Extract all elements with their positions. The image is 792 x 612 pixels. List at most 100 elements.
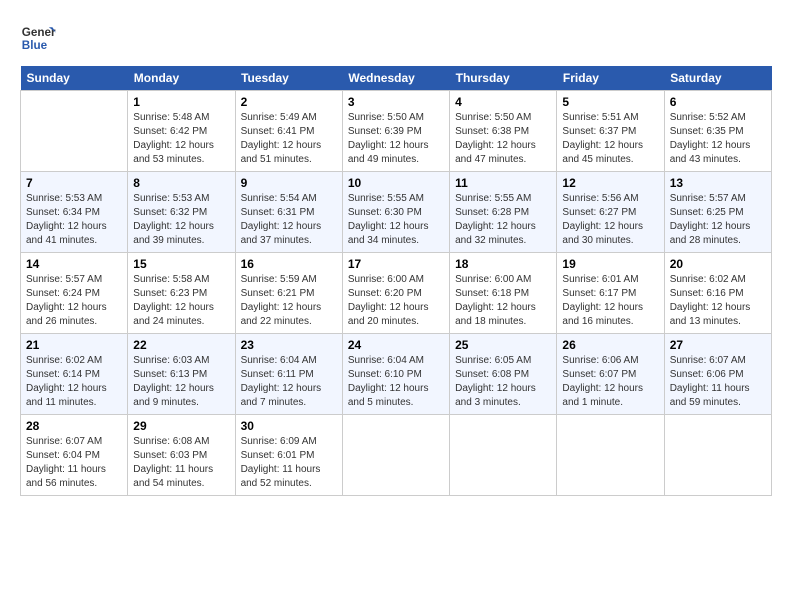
svg-text:Blue: Blue — [22, 39, 48, 52]
calendar-cell: 10 Sunrise: 5:55 AMSunset: 6:30 PMDayligh… — [342, 172, 449, 253]
calendar-cell: 17 Sunrise: 6:00 AMSunset: 6:20 PMDayligh… — [342, 253, 449, 334]
logo: General Blue — [20, 20, 56, 56]
day-number: 9 — [241, 176, 337, 190]
day-info: Sunrise: 5:51 AMSunset: 6:37 PMDaylight:… — [562, 111, 658, 167]
calendar-cell: 28 Sunrise: 6:07 AMSunset: 6:04 PMDayligh… — [21, 415, 128, 496]
day-number: 25 — [455, 338, 551, 352]
day-info: Sunrise: 6:07 AMSunset: 6:06 PMDaylight:… — [670, 354, 766, 410]
day-info: Sunrise: 5:53 AMSunset: 6:32 PMDaylight:… — [133, 192, 229, 248]
day-number: 27 — [670, 338, 766, 352]
day-info: Sunrise: 5:57 AMSunset: 6:24 PMDaylight:… — [26, 273, 122, 329]
day-number: 22 — [133, 338, 229, 352]
calendar-cell: 6 Sunrise: 5:52 AMSunset: 6:35 PMDaylight… — [664, 91, 771, 172]
week-row-4: 21 Sunrise: 6:02 AMSunset: 6:14 PMDayligh… — [21, 334, 772, 415]
calendar-cell: 15 Sunrise: 5:58 AMSunset: 6:23 PMDayligh… — [128, 253, 235, 334]
week-row-1: 1Sunrise: 5:48 AMSunset: 6:42 PMDaylight… — [21, 91, 772, 172]
day-number: 6 — [670, 95, 766, 109]
calendar-cell: 22 Sunrise: 6:03 AMSunset: 6:13 PMDayligh… — [128, 334, 235, 415]
day-info: Sunrise: 5:56 AMSunset: 6:27 PMDaylight:… — [562, 192, 658, 248]
day-number: 5 — [562, 95, 658, 109]
day-number: 28 — [26, 419, 122, 433]
day-info: Sunrise: 6:06 AMSunset: 6:07 PMDaylight:… — [562, 354, 658, 410]
day-number: 4 — [455, 95, 551, 109]
calendar-cell: 26 Sunrise: 6:06 AMSunset: 6:07 PMDayligh… — [557, 334, 664, 415]
day-info: Sunrise: 5:49 AMSunset: 6:41 PMDaylight:… — [241, 111, 337, 167]
week-row-3: 14 Sunrise: 5:57 AMSunset: 6:24 PMDayligh… — [21, 253, 772, 334]
day-number: 12 — [562, 176, 658, 190]
day-info: Sunrise: 5:48 AMSunset: 6:42 PMDaylight:… — [133, 111, 229, 167]
day-info: Sunrise: 5:55 AMSunset: 6:28 PMDaylight:… — [455, 192, 551, 248]
calendar-cell: 25 Sunrise: 6:05 AMSunset: 6:08 PMDayligh… — [450, 334, 557, 415]
day-info: Sunrise: 6:09 AMSunset: 6:01 PMDaylight:… — [241, 435, 337, 491]
calendar-cell: 5 Sunrise: 5:51 AMSunset: 6:37 PMDaylight… — [557, 91, 664, 172]
weekday-header-tuesday: Tuesday — [235, 66, 342, 91]
day-number: 17 — [348, 257, 444, 271]
day-number: 21 — [26, 338, 122, 352]
day-info: Sunrise: 5:59 AMSunset: 6:21 PMDaylight:… — [241, 273, 337, 329]
calendar-cell: 23Sunrise: 6:04 AMSunset: 6:11 PMDayligh… — [235, 334, 342, 415]
day-info: Sunrise: 6:01 AMSunset: 6:17 PMDaylight:… — [562, 273, 658, 329]
day-number: 14 — [26, 257, 122, 271]
day-number: 8 — [133, 176, 229, 190]
day-info: Sunrise: 6:00 AMSunset: 6:18 PMDaylight:… — [455, 273, 551, 329]
day-number: 3 — [348, 95, 444, 109]
day-info: Sunrise: 6:00 AMSunset: 6:20 PMDaylight:… — [348, 273, 444, 329]
calendar-cell — [342, 415, 449, 496]
calendar-cell: 7 Sunrise: 5:53 AMSunset: 6:34 PMDaylight… — [21, 172, 128, 253]
week-row-2: 7 Sunrise: 5:53 AMSunset: 6:34 PMDaylight… — [21, 172, 772, 253]
day-number: 19 — [562, 257, 658, 271]
calendar-cell — [664, 415, 771, 496]
calendar-cell: 19 Sunrise: 6:01 AMSunset: 6:17 PMDayligh… — [557, 253, 664, 334]
day-info: Sunrise: 5:50 AMSunset: 6:39 PMDaylight:… — [348, 111, 444, 167]
calendar-cell: 4 Sunrise: 5:50 AMSunset: 6:38 PMDaylight… — [450, 91, 557, 172]
calendar-cell: 27 Sunrise: 6:07 AMSunset: 6:06 PMDayligh… — [664, 334, 771, 415]
day-number: 15 — [133, 257, 229, 271]
day-info: Sunrise: 5:54 AMSunset: 6:31 PMDaylight:… — [241, 192, 337, 248]
day-info: Sunrise: 6:02 AMSunset: 6:16 PMDaylight:… — [670, 273, 766, 329]
calendar-cell: 14 Sunrise: 5:57 AMSunset: 6:24 PMDayligh… — [21, 253, 128, 334]
day-info: Sunrise: 6:08 AMSunset: 6:03 PMDaylight:… — [133, 435, 229, 491]
calendar-cell: 21 Sunrise: 6:02 AMSunset: 6:14 PMDayligh… — [21, 334, 128, 415]
calendar-cell — [557, 415, 664, 496]
day-number: 26 — [562, 338, 658, 352]
calendar-cell: 18 Sunrise: 6:00 AMSunset: 6:18 PMDayligh… — [450, 253, 557, 334]
day-number: 13 — [670, 176, 766, 190]
calendar-table: SundayMondayTuesdayWednesdayThursdayFrid… — [20, 66, 772, 496]
day-info: Sunrise: 5:58 AMSunset: 6:23 PMDaylight:… — [133, 273, 229, 329]
day-info: Sunrise: 6:04 AMSunset: 6:10 PMDaylight:… — [348, 354, 444, 410]
day-info: Sunrise: 6:03 AMSunset: 6:13 PMDaylight:… — [133, 354, 229, 410]
day-number: 18 — [455, 257, 551, 271]
calendar-cell: 2Sunrise: 5:49 AMSunset: 6:41 PMDaylight… — [235, 91, 342, 172]
calendar-cell: 12 Sunrise: 5:56 AMSunset: 6:27 PMDayligh… — [557, 172, 664, 253]
calendar-cell — [21, 91, 128, 172]
weekday-header-thursday: Thursday — [450, 66, 557, 91]
day-info: Sunrise: 5:55 AMSunset: 6:30 PMDaylight:… — [348, 192, 444, 248]
day-info: Sunrise: 5:50 AMSunset: 6:38 PMDaylight:… — [455, 111, 551, 167]
page-header: General Blue — [20, 20, 772, 56]
day-number: 29 — [133, 419, 229, 433]
day-number: 11 — [455, 176, 551, 190]
calendar-cell: 16Sunrise: 5:59 AMSunset: 6:21 PMDayligh… — [235, 253, 342, 334]
day-number: 23 — [241, 338, 337, 352]
day-info: Sunrise: 6:05 AMSunset: 6:08 PMDaylight:… — [455, 354, 551, 410]
calendar-cell: 20 Sunrise: 6:02 AMSunset: 6:16 PMDayligh… — [664, 253, 771, 334]
weekday-header-friday: Friday — [557, 66, 664, 91]
day-number: 10 — [348, 176, 444, 190]
day-info: Sunrise: 6:07 AMSunset: 6:04 PMDaylight:… — [26, 435, 122, 491]
day-number: 20 — [670, 257, 766, 271]
day-info: Sunrise: 5:53 AMSunset: 6:34 PMDaylight:… — [26, 192, 122, 248]
day-number: 24 — [348, 338, 444, 352]
weekday-header-sunday: Sunday — [21, 66, 128, 91]
day-info: Sunrise: 6:02 AMSunset: 6:14 PMDaylight:… — [26, 354, 122, 410]
day-number: 30 — [241, 419, 337, 433]
day-info: Sunrise: 5:52 AMSunset: 6:35 PMDaylight:… — [670, 111, 766, 167]
week-row-5: 28 Sunrise: 6:07 AMSunset: 6:04 PMDayligh… — [21, 415, 772, 496]
day-number: 7 — [26, 176, 122, 190]
calendar-cell — [450, 415, 557, 496]
weekday-header-wednesday: Wednesday — [342, 66, 449, 91]
logo-icon: General Blue — [20, 20, 56, 56]
calendar-cell: 3 Sunrise: 5:50 AMSunset: 6:39 PMDaylight… — [342, 91, 449, 172]
weekday-header-saturday: Saturday — [664, 66, 771, 91]
calendar-cell: 9 Sunrise: 5:54 AMSunset: 6:31 PMDaylight… — [235, 172, 342, 253]
day-info: Sunrise: 5:57 AMSunset: 6:25 PMDaylight:… — [670, 192, 766, 248]
